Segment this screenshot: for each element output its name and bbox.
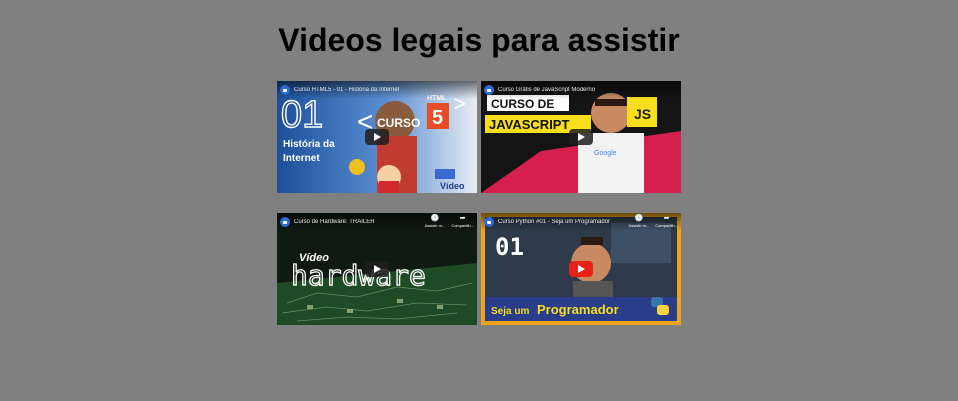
channel-avatar-icon[interactable] (280, 85, 290, 95)
video-title-bar: Curso Grátis de JavaScript Moderno (481, 81, 681, 99)
svg-text:Internet: Internet (283, 153, 320, 164)
svg-text:01: 01 (495, 233, 524, 261)
share-button[interactable]: ➦ Compartilh... (655, 215, 678, 228)
video-title[interactable]: Curso HTML5 - 01 - História da Internet (294, 87, 399, 93)
video-actions: 🕓 Assistir m... ➦ Compartilh... (425, 215, 474, 228)
video-embed-hardware[interactable]: Vídeo hardware Curso de Hardware: TRAILE… (277, 213, 477, 325)
channel-avatar-icon[interactable] (484, 85, 494, 95)
share-button[interactable]: ➦ Compartilh... (451, 215, 474, 228)
share-icon: ➦ (663, 215, 670, 222)
svg-text:Google: Google (594, 150, 617, 157)
video-grid: 01 < > CURSO 5 HTML História da Internet… (277, 81, 681, 326)
page-title: Videos legais para assistir (278, 22, 680, 58)
svg-text:JS: JS (634, 106, 651, 122)
channel-avatar-icon[interactable] (484, 217, 494, 227)
video-title[interactable]: Curso Python #01 - Seja um Programador (498, 219, 610, 225)
svg-text:5: 5 (432, 107, 443, 129)
video-embed-javascript[interactable]: Google JS CURSO DE JAVASCRIPT Curso Grát… (481, 81, 681, 193)
svg-text:Vídeo: Vídeo (440, 181, 465, 191)
video-embed-html5[interactable]: 01 < > CURSO 5 HTML História da Internet… (277, 81, 477, 193)
youtube-play-button[interactable] (569, 261, 593, 277)
video-title-bar: Curso de Hardware: TRAILER 🕓 Assistir m.… (277, 213, 477, 231)
video-embed-python[interactable]: 01 Seja um Programador Curso Python #01 … (481, 213, 681, 325)
play-button[interactable] (365, 129, 389, 145)
watch-later-button[interactable]: 🕓 Assistir m... (425, 215, 446, 228)
svg-text:hardware: hardware (291, 259, 426, 292)
video-title[interactable]: Curso de Hardware: TRAILER (294, 219, 375, 225)
clock-icon: 🕓 (634, 215, 644, 222)
svg-text:CURSO DE: CURSO DE (491, 97, 554, 111)
svg-text:01: 01 (281, 94, 323, 136)
svg-text:CURSO: CURSO (377, 116, 420, 130)
play-button[interactable] (569, 129, 593, 145)
share-icon: ➦ (459, 215, 466, 222)
watch-later-button[interactable]: 🕓 Assistir m... (629, 215, 650, 228)
video-title-bar: Curso Python #01 - Seja um Programador 🕓… (481, 213, 681, 231)
channel-avatar-icon[interactable] (280, 217, 290, 227)
video-actions: 🕓 Assistir m... ➦ Compartilh... (629, 215, 678, 228)
svg-text:História da: História da (283, 139, 335, 150)
play-button[interactable] (365, 261, 389, 277)
video-title[interactable]: Curso Grátis de JavaScript Moderno (498, 87, 595, 93)
svg-text:Programador: Programador (537, 302, 619, 317)
video-title-bar: Curso HTML5 - 01 - História da Internet (277, 81, 477, 99)
svg-text:Seja um: Seja um (491, 306, 529, 317)
svg-text:JAVASCRIPT: JAVASCRIPT (489, 117, 569, 132)
clock-icon: 🕓 (430, 215, 440, 222)
